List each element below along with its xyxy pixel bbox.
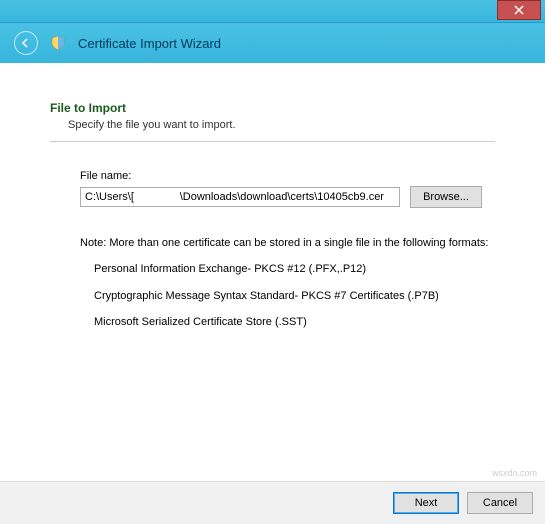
note-text: Note: More than one certificate can be s… xyxy=(80,236,495,250)
arrow-left-icon xyxy=(20,37,32,49)
wizard-header: Certificate Import Wizard xyxy=(0,23,545,63)
next-button[interactable]: Next xyxy=(393,492,459,514)
close-icon xyxy=(514,5,524,15)
wizard-footer: Next Cancel xyxy=(0,481,545,524)
watermark: wsxdn.com xyxy=(492,468,537,478)
file-row: Browse... xyxy=(80,186,495,208)
back-button[interactable] xyxy=(14,31,38,55)
format-pfx: Personal Information Exchange- PKCS #12 … xyxy=(94,262,495,276)
close-button[interactable] xyxy=(497,0,541,20)
cancel-button[interactable]: Cancel xyxy=(467,492,533,514)
file-name-input[interactable] xyxy=(80,187,400,207)
titlebar xyxy=(0,0,545,23)
divider xyxy=(50,141,495,142)
wizard-content: File to Import Specify the file you want… xyxy=(0,63,545,481)
wizard-title: Certificate Import Wizard xyxy=(78,36,221,51)
format-sst: Microsoft Serialized Certificate Store (… xyxy=(94,315,495,329)
format-p7b: Cryptographic Message Syntax Standard- P… xyxy=(94,289,495,303)
browse-button[interactable]: Browse... xyxy=(410,186,482,208)
section-subtitle: Specify the file you want to import. xyxy=(68,119,495,131)
file-name-label: File name: xyxy=(80,170,495,182)
section-title: File to Import xyxy=(50,101,495,115)
shield-icon xyxy=(50,35,66,51)
